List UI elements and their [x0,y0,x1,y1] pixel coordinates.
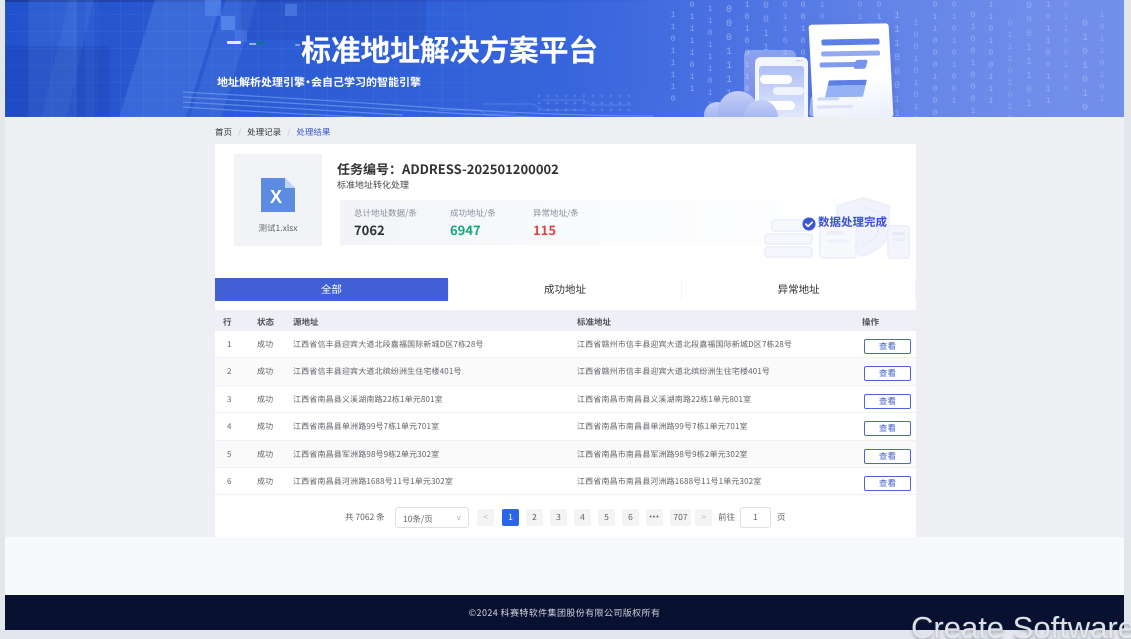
svg-text:X: X [270,187,282,207]
